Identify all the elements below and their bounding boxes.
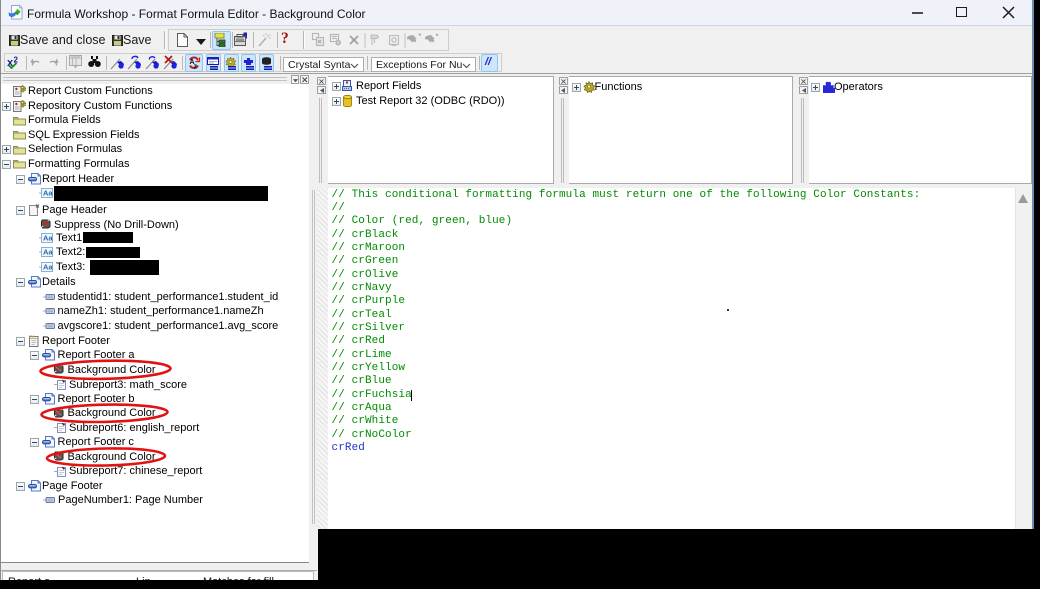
- svg-text:z: z: [194, 64, 198, 71]
- svg-text:Aa: Aa: [43, 188, 53, 197]
- svg-text:Aa: Aa: [43, 233, 53, 242]
- svg-text:Aa: Aa: [43, 262, 53, 271]
- svg-text:Aa: Aa: [43, 248, 53, 257]
